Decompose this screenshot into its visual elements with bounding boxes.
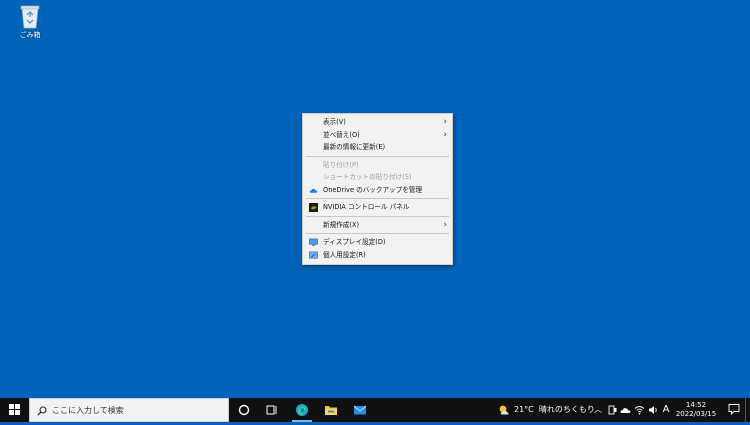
windows-logo-icon: [9, 404, 20, 415]
taskbar-clock[interactable]: 14:52 2022/03/15: [672, 401, 720, 419]
folder-icon: [325, 406, 337, 415]
taskbar-mail[interactable]: [346, 398, 374, 422]
menu-item-label: ディスプレイ設定(D): [323, 238, 386, 246]
menu-item-label: 並べ替え(O): [323, 130, 360, 139]
recycle-bin-icon: [20, 5, 40, 29]
menu-item-onedrive-backup[interactable]: OneDrive のバックアップを管理: [303, 184, 452, 197]
start-button[interactable]: [0, 398, 29, 422]
menu-item-label: 最新の情報に更新(E): [323, 143, 386, 151]
edge-browser-icon: [296, 404, 308, 416]
nvidia-icon: [309, 203, 318, 212]
chevron-right-icon: ›: [443, 219, 447, 230]
tray-onedrive-button[interactable]: [619, 398, 631, 422]
mail-icon: [353, 405, 367, 415]
tray-device-button[interactable]: [606, 398, 618, 422]
menu-separator: [306, 233, 449, 234]
sun-cloud-icon: [499, 405, 509, 414]
notification-center-button[interactable]: [728, 403, 740, 417]
menu-item-view[interactable]: 表示(V) ›: [303, 116, 452, 129]
menu-item-nvidia-control-panel[interactable]: NVIDIA コントロール パネル: [303, 201, 452, 214]
chevron-right-icon: ›: [443, 129, 447, 140]
chevron-up-icon: ︿: [594, 405, 602, 414]
cortana-circle-icon: [238, 404, 250, 416]
ime-mode-label: A: [662, 404, 670, 415]
menu-item-new[interactable]: 新規作成(X) ›: [303, 219, 452, 232]
menu-item-paste-shortcut: ショートカットの貼り付け(S): [303, 171, 452, 184]
menu-item-label: OneDrive のバックアップを管理: [323, 185, 423, 194]
notification-icon: [728, 404, 740, 416]
tray-volume-button[interactable]: [647, 398, 659, 422]
weather-temperature: 21°C: [514, 405, 534, 414]
desktop-icon-recycle-bin[interactable]: ごみ箱: [10, 3, 50, 40]
menu-separator: [306, 198, 449, 199]
menu-separator: [306, 155, 449, 157]
desktop[interactable]: ごみ箱 表示(V) › 並べ替え(O) › 最新の情報に更新(E) 貼り付け(P…: [0, 0, 750, 398]
cortana-button[interactable]: [230, 398, 258, 422]
menu-item-label: 新規作成(X): [323, 220, 360, 229]
menu-item-label: 貼り付け(P): [323, 160, 359, 169]
menu-item-paste: 貼り付け(P): [303, 159, 452, 172]
taskbar-search-box[interactable]: ここに入力して検索: [29, 398, 229, 422]
desktop-context-menu: 表示(V) › 並べ替え(O) › 最新の情報に更新(E) 貼り付け(P) ショ…: [302, 113, 453, 265]
device-icon: [608, 405, 616, 415]
search-icon: [37, 406, 47, 416]
speaker-icon: [648, 406, 657, 414]
search-placeholder: ここに入力して検索: [52, 406, 124, 415]
menu-item-label: 個人用設定(R): [323, 250, 366, 259]
ime-mode-indicator[interactable]: A: [661, 398, 671, 422]
menu-item-label: 表示(V): [323, 118, 346, 126]
desktop-icon-label: ごみ箱: [19, 31, 41, 39]
clock-time: 14:52: [685, 401, 707, 409]
menu-item-sort[interactable]: 並べ替え(O) ›: [303, 129, 452, 142]
wifi-icon: [634, 406, 644, 415]
show-hidden-icons-button[interactable]: ︿: [592, 398, 604, 422]
task-view-button[interactable]: [258, 398, 286, 422]
task-view-icon: [266, 405, 277, 415]
clock-date: 2022/03/15: [675, 410, 717, 418]
onedrive-cloud-icon: [309, 188, 318, 193]
weather-widget[interactable]: 21°C 晴れのちくもり: [498, 398, 595, 422]
taskbar: ここに入力して検索 21°C 晴れのちくもり ︿ A 14:52 2022/03…: [0, 398, 750, 422]
display-settings-icon: [309, 238, 318, 247]
menu-item-label: NVIDIA コントロール パネル: [323, 203, 410, 211]
menu-item-label: ショートカットの貼り付け(S): [323, 173, 412, 181]
taskbar-edge[interactable]: [288, 398, 316, 422]
show-desktop-button[interactable]: [745, 398, 750, 422]
menu-item-personalize[interactable]: 個人用設定(R): [303, 249, 452, 262]
menu-item-display-settings[interactable]: ディスプレイ設定(D): [303, 236, 452, 249]
chevron-right-icon: ›: [443, 117, 447, 127]
weather-condition: 晴れのちくもり: [538, 405, 595, 414]
onedrive-cloud-icon: [620, 408, 630, 413]
personalize-icon: [309, 251, 318, 258]
taskbar-file-explorer[interactable]: [317, 398, 345, 422]
menu-item-refresh[interactable]: 最新の情報に更新(E): [303, 141, 452, 154]
tray-network-button[interactable]: [633, 398, 645, 422]
menu-separator: [306, 215, 449, 217]
